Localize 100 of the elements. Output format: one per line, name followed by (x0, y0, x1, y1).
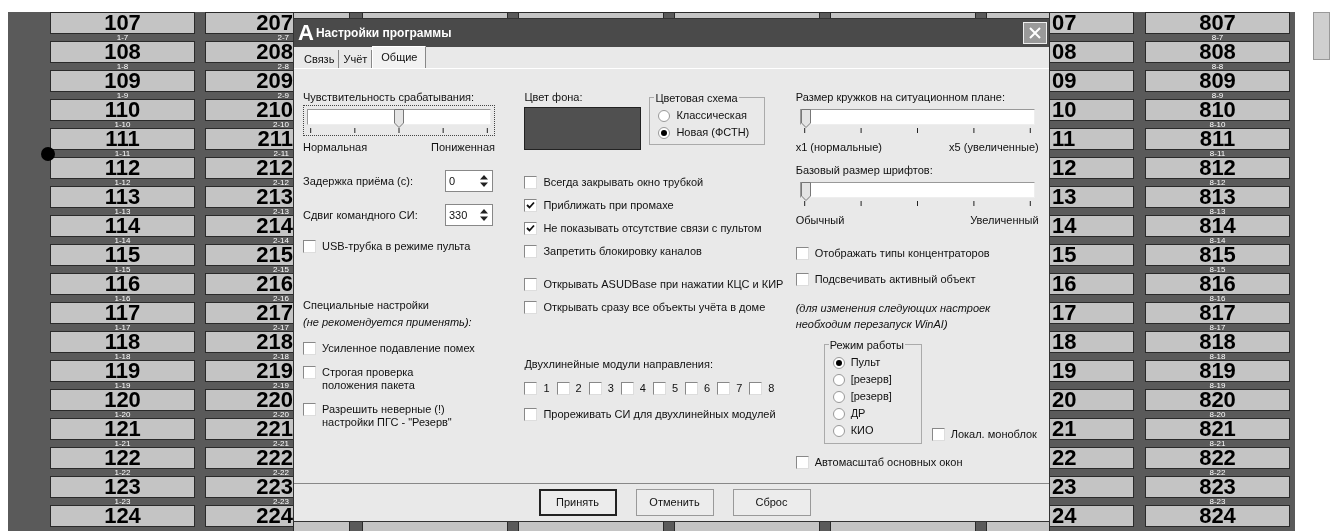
grid-cell: 820 (1145, 389, 1290, 411)
checkbox[interactable]: Запретить блокировку каналов (524, 245, 796, 258)
cancel-button[interactable]: Отменить (635, 489, 714, 516)
grid-cell: 13 (1050, 186, 1134, 208)
grid-cell: 21 (1050, 418, 1134, 440)
grid-cell: 216 (205, 273, 293, 295)
cell-sublabel: 2-20 (273, 411, 289, 418)
grid-cell: 19 (1050, 360, 1134, 382)
cell-sublabel: 1-9 (116, 92, 129, 99)
slider-thumb[interactable] (394, 109, 404, 128)
scale-label: x5 (увеличенные) (949, 141, 1039, 154)
spin-box[interactable]: 0 (445, 170, 493, 192)
color-swatch[interactable] (524, 107, 642, 150)
radio-button[interactable]: ДР (832, 407, 913, 420)
grid-cell: 211 (205, 128, 293, 150)
checkbox[interactable]: Усиленное подавление помех (303, 342, 525, 355)
grid-cell: 14 (1050, 215, 1134, 237)
grid-cell: 112 (50, 157, 195, 179)
checkbox[interactable]: Подсвечивать активный объект (795, 273, 1040, 286)
slider-thumb[interactable] (800, 182, 811, 201)
cell-sublabel: 1-7 (116, 34, 129, 41)
radio-button[interactable]: КИО (832, 424, 913, 437)
reset-button[interactable]: Сброс (732, 489, 811, 516)
grid-cell: 813 (1145, 186, 1290, 208)
warning-note: (не рекомендуется применять): (303, 316, 473, 329)
checkbox[interactable]: Отображать типы концентраторов (795, 247, 1040, 260)
grid-cell: 118 (50, 331, 195, 353)
checkbox[interactable]: Локал. моноблок (931, 428, 1037, 441)
close-button[interactable] (1023, 22, 1047, 44)
grid-cell: 121 (50, 418, 195, 440)
grid-cell: 117 (50, 302, 195, 324)
grid-cell: 210 (205, 99, 293, 121)
field-label: Задержка приёма (с): (303, 174, 413, 188)
checkbox[interactable]: Строгая проверка положения пакета (303, 366, 525, 392)
accept-button[interactable]: Принять (538, 489, 617, 516)
slider[interactable] (303, 105, 495, 136)
cell-sublabel: 2-17 (273, 324, 289, 331)
close-icon (1029, 27, 1041, 39)
tab[interactable]: Связь (300, 50, 340, 68)
grid-cell: 208 (205, 41, 293, 63)
tab[interactable]: Общие (372, 46, 427, 68)
grid-cell: 108 (50, 41, 195, 63)
grid-cell: 218 (205, 331, 293, 353)
radio-button[interactable]: Пульт (832, 356, 913, 369)
scale-label: Увеличенный (970, 214, 1039, 227)
grid-cell: 818 (1145, 331, 1290, 353)
grid-cell: 24 (1050, 505, 1134, 527)
cell-sublabel: 8-22 (1209, 469, 1226, 476)
grid-cell: 123 (50, 476, 195, 498)
checkbox[interactable]: USB-трубка в режиме пульта (303, 240, 525, 253)
checkbox[interactable]: Всегда закрывать окно трубкой (524, 176, 796, 189)
field-label: Двухлинейные модули направления: (524, 358, 714, 371)
cell-sublabel: 1-19 (114, 382, 131, 389)
checkbox[interactable]: Разрешить неверные (!) настройки ПГС - "Резерв" (303, 403, 525, 429)
scale-label: x1 (нормальные) (795, 141, 882, 154)
checkbox[interactable]: Приближать при промахе (524, 199, 796, 212)
slider-thumb[interactable] (800, 109, 811, 128)
grid-cell: 09 (1050, 70, 1134, 92)
grid-cell: 113 (50, 186, 195, 208)
checkbox[interactable]: Открывать сразу все объекты учёта в доме (524, 301, 796, 314)
section-title: Специальные настройки (303, 299, 430, 312)
cell-sublabel: 2-8 (277, 63, 289, 70)
checkbox[interactable]: Открывать ASUDBase при нажатии КЦС и КИР (524, 278, 796, 291)
radio-button[interactable]: Новая (ФСТН) (658, 126, 757, 139)
grid-cell: 122 (50, 447, 195, 469)
group-title: Режим работы (829, 339, 904, 351)
grid-cell: 107 (50, 12, 195, 34)
checkmark-icon (526, 201, 536, 210)
cell-sublabel: 1-12 (114, 179, 131, 186)
grid-cell: 823 (1145, 476, 1290, 498)
cell-sublabel: 2-18 (273, 353, 289, 360)
cell-sublabel: 2-15 (273, 266, 289, 273)
radio-button[interactable]: [резерв] (832, 390, 913, 403)
grid-cell: 215 (205, 244, 293, 266)
cell-sublabel: 1-14 (114, 237, 131, 244)
grid-cell: 120 (50, 389, 195, 411)
scale-label: Обычный (795, 214, 845, 227)
radio-button[interactable]: Классическая (658, 109, 757, 122)
radio-button[interactable]: [резерв] (832, 373, 913, 386)
grid-cell: 220 (205, 389, 293, 411)
grid-cell: 221 (205, 418, 293, 440)
grid-cell: 223 (205, 476, 293, 498)
grid-cell: 808 (1145, 41, 1290, 63)
spin-box[interactable]: 330 (445, 204, 493, 226)
side-tab[interactable] (1313, 12, 1330, 60)
cell-sublabel: 1-17 (114, 324, 131, 331)
field-label: Базовый размер шрифтов: (795, 164, 934, 177)
cell-sublabel: 8-13 (1209, 208, 1226, 215)
cell-sublabel: 8-21 (1209, 440, 1226, 447)
cell-sublabel: 1-20 (114, 411, 131, 418)
grid-cell: 821 (1145, 418, 1290, 440)
grid-cell: 810 (1145, 99, 1290, 121)
checkbox[interactable]: Автомасштаб основных окон (795, 456, 1040, 469)
cell-sublabel: 1-15 (114, 266, 131, 273)
checkbox[interactable]: Не показывать отсутствие связи с пультом (524, 222, 796, 235)
checkbox[interactable]: Прореживать СИ для двухлинейных модулей (524, 408, 796, 421)
cell-sublabel: 8-16 (1209, 295, 1226, 302)
grid-cell: 814 (1145, 215, 1290, 237)
cell-sublabel: 2-16 (273, 295, 289, 302)
cell-sublabel: 1-10 (114, 121, 131, 128)
